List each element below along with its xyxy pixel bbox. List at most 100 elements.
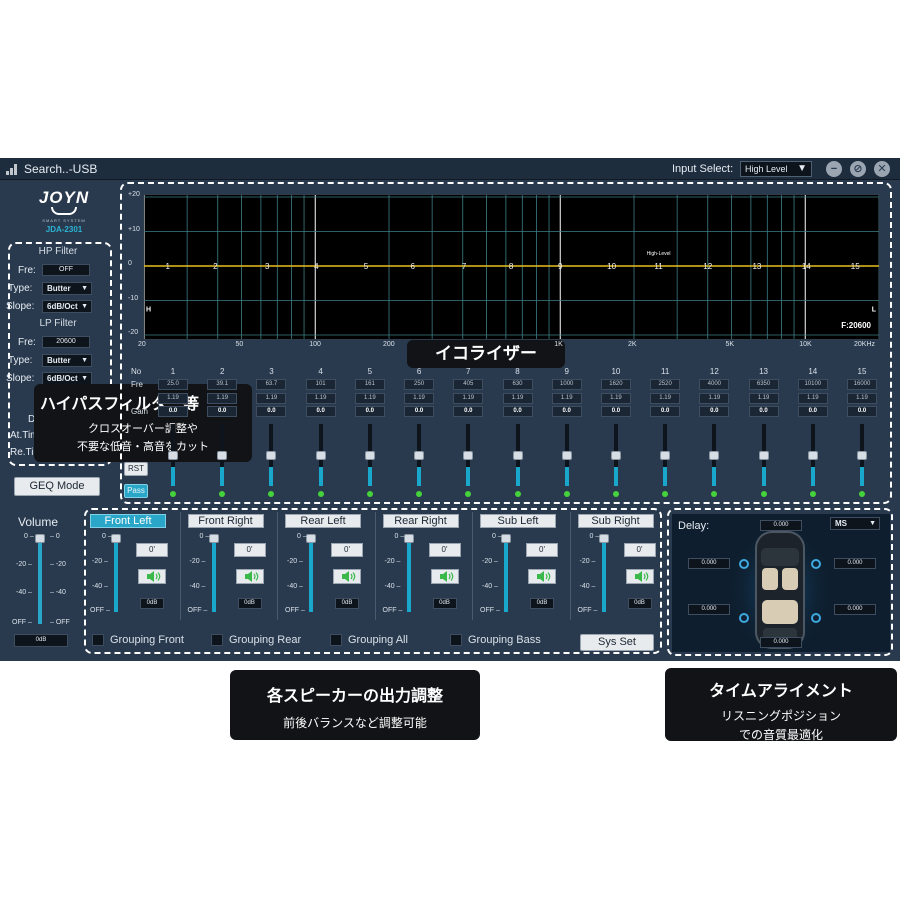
close-icon[interactable]: ✕ [874,161,890,177]
eq-band-q-field[interactable]: 1.19 [600,393,631,404]
eq-band-frequency-field[interactable]: 405 [453,379,484,390]
graph-band-marker[interactable]: 5 [364,262,369,271]
hp-type-select[interactable]: Butter ▼ [42,282,92,295]
volume-slider[interactable] [38,538,42,624]
eq-band-slider-knob[interactable] [315,450,326,460]
eq-band-q-field[interactable]: 1.19 [797,393,828,404]
hp-slope-select[interactable]: 6dB/Oct ▼ [42,300,92,313]
checkbox-box[interactable] [211,634,223,647]
channel-level-slider[interactable] [406,538,411,612]
eq-band-enable-led[interactable] [859,491,865,497]
channel-tab-rear-right[interactable]: Rear Right [382,514,459,528]
eq-band-q-field[interactable]: 1.19 [404,393,435,404]
channel-phase-button[interactable]: 0' [233,543,266,557]
eq-band-slider-knob[interactable] [709,450,720,460]
eq-band-frequency-field[interactable]: 161 [354,379,385,390]
channel-tab-rear-left[interactable]: Rear Left [285,514,361,528]
eq-band-slider-knob[interactable] [561,450,572,460]
checkbox-box[interactable] [450,634,462,647]
eq-band-gain-field[interactable]: 0.0 [650,406,681,417]
channel-tab-front-left[interactable]: Front Left [90,514,166,528]
eq-pass-button[interactable]: Pass [124,484,148,498]
channel-tab-front-right[interactable]: Front Right [187,514,264,528]
eq-band-frequency-field[interactable]: 1620 [600,379,631,390]
lp-type-select[interactable]: Butter ▼ [42,354,92,367]
delay-front-right-value[interactable]: 0.000 [834,558,876,569]
graph-band-marker[interactable]: 10 [607,262,616,271]
eq-band-frequency-field[interactable]: 630 [502,379,533,390]
eq-band-frequency-field[interactable]: 63.7 [256,379,287,390]
eq-band-slider-knob[interactable] [758,450,769,460]
graph-band-marker[interactable]: 7 [462,262,467,271]
channel-phase-button[interactable]: 0' [526,543,558,557]
eq-band-frequency-field[interactable]: 16000 [847,379,877,390]
eq-band-frequency-field[interactable]: 4000 [699,379,730,390]
eq-band-frequency-field[interactable]: 250 [404,379,435,390]
channel-level-knob[interactable] [501,534,511,543]
eq-band-q-field[interactable]: 1.19 [158,393,188,404]
eq-band-slider-knob[interactable] [857,450,867,460]
eq-band-gain-field[interactable]: 0.0 [354,406,385,417]
delay-front-left-value[interactable]: 0.000 [688,558,730,569]
eq-band-gain-field[interactable]: 0.0 [404,406,435,417]
eq-band-slider-knob[interactable] [414,450,425,460]
channel-level-slider[interactable] [211,538,216,612]
channel-tab-sub-right[interactable]: Sub Right [577,514,654,528]
eq-band-q-field[interactable]: 1.19 [748,393,779,404]
channel-level-slider[interactable] [601,538,606,612]
eq-band-frequency-field[interactable]: 39.1 [207,379,238,390]
lp-fre-field[interactable]: 20600 [42,336,90,348]
eq-band-enable-led[interactable] [170,491,176,497]
channel-mute-button[interactable] [333,569,361,584]
checkbox-box[interactable] [92,634,104,647]
sys-set-button[interactable]: Sys Set [580,634,654,651]
checkbox-box[interactable] [330,634,342,647]
eq-band-q-field[interactable]: 1.19 [847,393,877,404]
grouping-checkbox-grouping-rear[interactable]: Grouping Rear [211,634,301,647]
channel-level-slider[interactable] [309,538,313,612]
channel-level-knob[interactable] [598,534,609,543]
eq-band-q-field[interactable]: 1.19 [207,393,238,404]
eq-band-q-field[interactable]: 1.19 [699,393,730,404]
channel-mute-button[interactable] [235,569,264,584]
channel-level-knob[interactable] [111,534,121,543]
eq-band-q-field[interactable]: 1.19 [256,393,287,404]
channel-phase-button[interactable]: 0' [428,543,461,557]
eq-band-frequency-field[interactable]: 25.0 [158,379,188,390]
eq-band-gain-field[interactable]: 0.0 [748,406,779,417]
graph-band-marker[interactable]: 14 [802,262,811,271]
eq-response-graph[interactable]: 1 2 3 4 5 6 7 8 9 10 11 12 13 14 15 High-Level H L F:20600 [143,194,880,340]
eq-band-gain-field[interactable]: 0.0 [256,406,287,417]
eq-band-slider-knob[interactable] [660,450,671,460]
channel-mute-button[interactable] [625,569,654,584]
hp-fre-field[interactable]: OFF [42,264,90,276]
eq-band-q-field[interactable]: 1.19 [354,393,385,404]
eq-band-gain-field[interactable]: 0.0 [551,406,582,417]
eq-band-frequency-field[interactable]: 101 [305,379,336,390]
graph-band-marker[interactable]: 15 [851,262,860,271]
minimize-icon[interactable]: − [826,161,842,177]
eq-band-gain-field[interactable]: 0.0 [600,406,631,417]
channel-level-slider[interactable] [504,538,508,612]
channel-mute-button[interactable] [138,569,166,584]
delay-bottom-value[interactable]: 0.000 [760,637,802,648]
eq-band-q-field[interactable]: 1.19 [650,393,681,404]
channel-phase-button[interactable]: 0' [331,543,363,557]
eq-band-gain-field[interactable]: 0.0 [305,406,336,417]
eq-band-frequency-field[interactable]: 6350 [748,379,779,390]
channel-level-slider[interactable] [114,538,118,612]
eq-band-q-field[interactable]: 1.19 [551,393,582,404]
eq-band-frequency-field[interactable]: 1000 [551,379,582,390]
graph-band-marker[interactable]: 13 [752,262,761,271]
eq-band-gain-field[interactable]: 0.0 [797,406,828,417]
eq-band-q-field[interactable]: 1.19 [305,393,336,404]
delay-unit-select[interactable]: MS ▼ [830,517,880,530]
channel-level-knob[interactable] [306,534,316,543]
graph-band-marker[interactable]: 6 [411,262,416,271]
eq-band-gain-field[interactable]: 0.0 [453,406,484,417]
channel-tab-sub-left[interactable]: Sub Left [480,514,556,528]
eq-band-enable-led[interactable] [563,491,570,497]
eq-band-enable-led[interactable] [760,491,767,497]
eq-band-enable-led[interactable] [317,491,324,497]
eq-band-slider-knob[interactable] [463,450,474,460]
